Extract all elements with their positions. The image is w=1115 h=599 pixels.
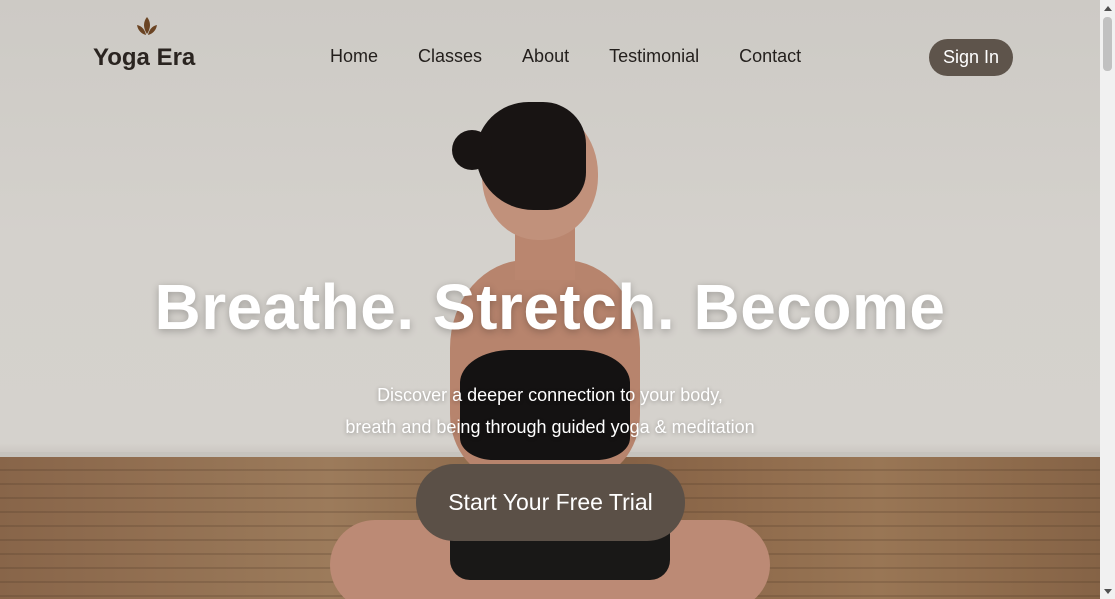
hero-subtitle-line2: breath and being through guided yoga & m… — [345, 417, 755, 437]
nav-item-about[interactable]: About — [522, 46, 569, 67]
hero-headline: Breathe. Stretch. Become — [154, 271, 946, 343]
leaf-icon — [137, 17, 157, 35]
start-free-trial-button[interactable]: Start Your Free Trial — [416, 464, 685, 541]
main-nav: Home Classes About Testimonial Contact — [330, 46, 801, 67]
brand-name: Yoga Era — [93, 44, 196, 71]
hero-subtitle-line1: Discover a deeper connection to your bod… — [377, 385, 723, 405]
scroll-up-arrow-icon[interactable] — [1100, 0, 1115, 15]
nav-item-testimonial[interactable]: Testimonial — [609, 46, 699, 67]
nav-item-contact[interactable]: Contact — [739, 46, 801, 67]
vertical-scrollbar[interactable] — [1100, 0, 1115, 599]
nav-item-classes[interactable]: Classes — [418, 46, 482, 67]
nav-item-home[interactable]: Home — [330, 46, 378, 67]
brand-logo[interactable]: Yoga Era — [93, 14, 203, 74]
scrollbar-thumb[interactable] — [1103, 17, 1112, 71]
sign-in-button[interactable]: Sign In — [929, 39, 1013, 76]
scroll-down-arrow-icon[interactable] — [1100, 584, 1115, 599]
